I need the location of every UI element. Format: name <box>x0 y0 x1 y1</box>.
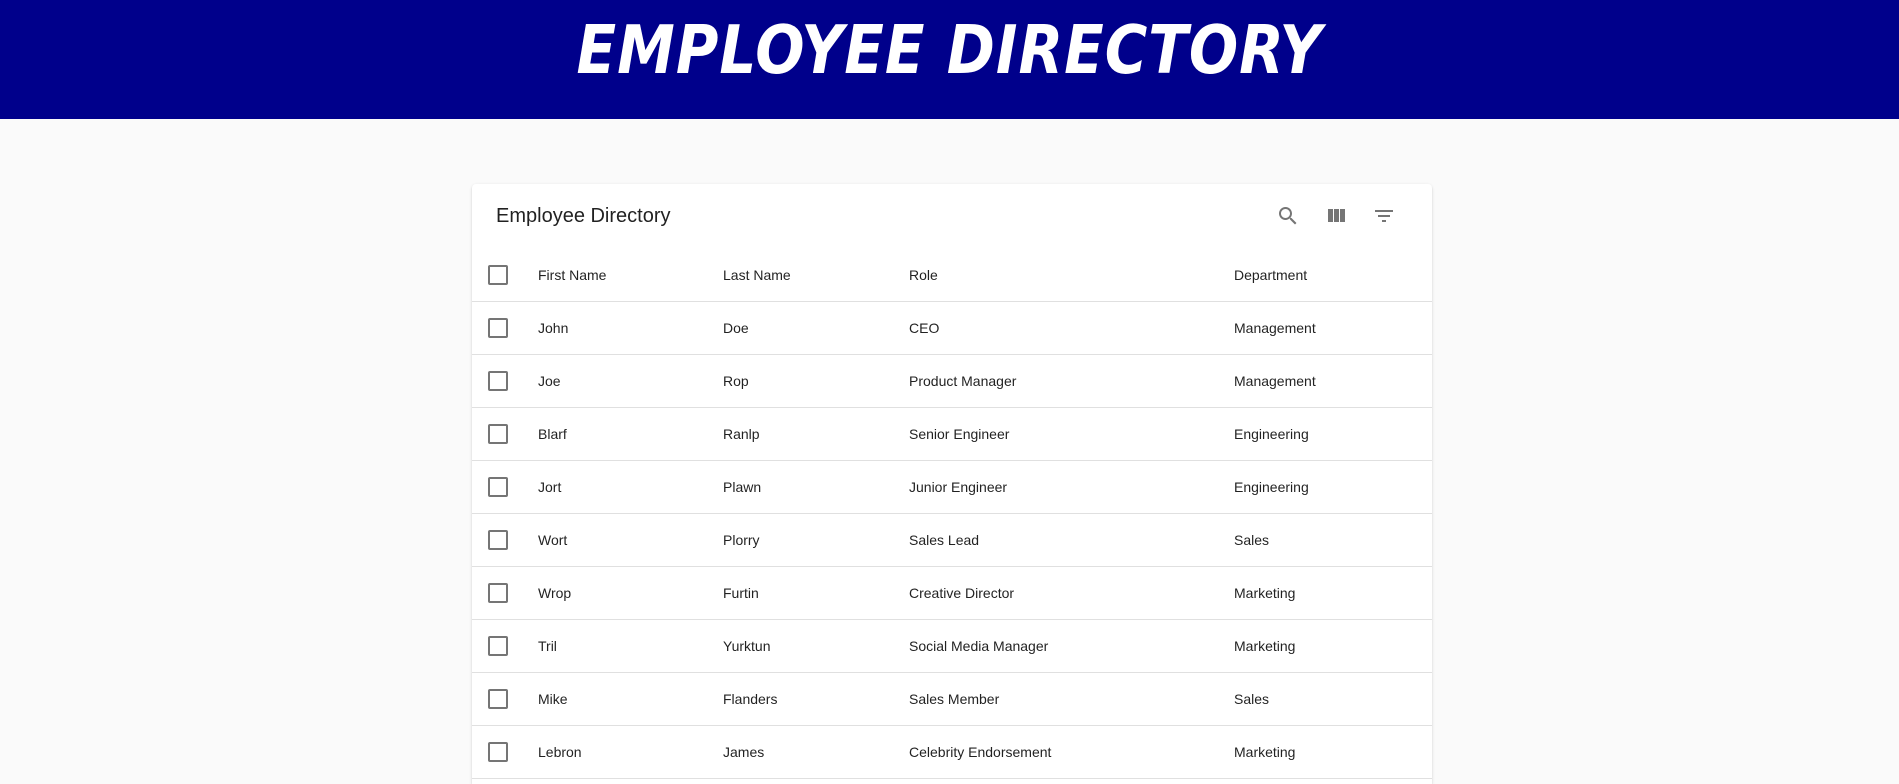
filter-button[interactable] <box>1360 192 1408 240</box>
department-cell: Sales <box>1234 672 1432 726</box>
table-toolbar: Employee Directory <box>472 184 1432 248</box>
row-checkbox[interactable] <box>488 424 508 444</box>
row-select-cell <box>472 672 538 726</box>
search-button[interactable] <box>1264 192 1312 240</box>
role-cell: Junior Engineer <box>909 460 1234 514</box>
first-name-cell: Mike <box>538 672 723 726</box>
table-row[interactable]: Wort Plorry Sales Lead Sales <box>472 513 1432 567</box>
table-row[interactable]: Joe Rop Product Manager Management <box>472 354 1432 408</box>
role-cell: Sales Member <box>909 672 1234 726</box>
department-cell: Marketing <box>1234 725 1432 779</box>
row-checkbox[interactable] <box>488 583 508 603</box>
page-title: EMPLOYEE DIRECTORY <box>576 10 1323 89</box>
first-name-cell: Joe <box>538 354 723 408</box>
row-checkbox[interactable] <box>488 371 508 391</box>
department-cell: Management <box>1234 354 1432 408</box>
department-cell: Marketing <box>1234 619 1432 673</box>
row-checkbox[interactable] <box>488 530 508 550</box>
first-name-cell: Wrop <box>538 566 723 620</box>
first-name-cell: Lebron <box>538 725 723 779</box>
first-name-cell: Blarf <box>538 407 723 461</box>
first-name-cell: Wort <box>538 513 723 567</box>
role-cell: Social Media Manager <box>909 619 1234 673</box>
view-columns-button[interactable] <box>1312 192 1360 240</box>
last-name-cell: Plorry <box>723 513 909 567</box>
header-row: First Name Last Name Role Department <box>472 248 1432 302</box>
row-select-cell <box>472 407 538 461</box>
row-select-cell <box>472 513 538 567</box>
first-name-cell: Tril <box>538 619 723 673</box>
search-icon <box>1279 207 1297 225</box>
department-cell: Engineering <box>1234 407 1432 461</box>
table-row[interactable]: Mike Flanders Sales Member Sales <box>472 672 1432 726</box>
row-checkbox[interactable] <box>488 477 508 497</box>
last-name-cell: James <box>723 725 909 779</box>
role-cell: Product Manager <box>909 354 1234 408</box>
last-name-cell: Doe <box>723 301 909 355</box>
last-name-cell: Plawn <box>723 460 909 514</box>
row-checkbox[interactable] <box>488 742 508 762</box>
department-cell: Management <box>1234 301 1432 355</box>
row-checkbox[interactable] <box>488 636 508 656</box>
role-cell: Senior Engineer <box>909 407 1234 461</box>
select-all-checkbox[interactable] <box>488 264 508 285</box>
row-select-cell <box>472 725 538 779</box>
role-cell: CEO <box>909 301 1234 355</box>
row-select-cell <box>472 619 538 673</box>
role-cell: Sales Lead <box>909 513 1234 567</box>
table-title: Employee Directory <box>496 205 671 227</box>
role-cell: Celebrity Endorsement <box>909 725 1234 779</box>
column-header-last-name[interactable]: Last Name <box>723 248 909 302</box>
first-name-cell: Jort <box>538 460 723 514</box>
last-name-cell: Yurktun <box>723 619 909 673</box>
page-banner: EMPLOYEE DIRECTORY <box>0 0 1899 119</box>
table-header: First Name Last Name Role Department <box>472 248 1432 302</box>
table-row[interactable]: Tril Yurktun Social Media Manager Market… <box>472 619 1432 673</box>
last-name-cell: Ranlp <box>723 407 909 461</box>
column-header-first-name[interactable]: First Name <box>538 248 723 302</box>
role-cell: Creative Director <box>909 566 1234 620</box>
filter-list-icon <box>1375 210 1393 222</box>
row-select-cell <box>472 301 538 355</box>
row-select-cell <box>472 566 538 620</box>
column-header-department[interactable]: Department <box>1234 248 1432 302</box>
employee-table: First Name Last Name Role Department Joh… <box>472 248 1432 779</box>
table-row[interactable]: Blarf Ranlp Senior Engineer Engineering <box>472 407 1432 461</box>
table-row[interactable]: John Doe CEO Management <box>472 301 1432 355</box>
employee-table-card: Employee Directory First Name Last Name … <box>472 184 1432 784</box>
first-name-cell: John <box>538 301 723 355</box>
last-name-cell: Rop <box>723 354 909 408</box>
select-all-cell <box>472 248 538 302</box>
row-select-cell <box>472 460 538 514</box>
view-column-icon <box>1328 209 1345 222</box>
department-cell: Sales <box>1234 513 1432 567</box>
table-body: John Doe CEO Management Joe Rop Product … <box>472 301 1432 779</box>
table-row[interactable]: Jort Plawn Junior Engineer Engineering <box>472 460 1432 514</box>
last-name-cell: Flanders <box>723 672 909 726</box>
table-row[interactable]: Wrop Furtin Creative Director Marketing <box>472 566 1432 620</box>
column-header-role[interactable]: Role <box>909 248 1234 302</box>
table-row[interactable]: Lebron James Celebrity Endorsement Marke… <box>472 725 1432 779</box>
department-cell: Engineering <box>1234 460 1432 514</box>
department-cell: Marketing <box>1234 566 1432 620</box>
row-select-cell <box>472 354 538 408</box>
row-checkbox[interactable] <box>488 689 508 709</box>
last-name-cell: Furtin <box>723 566 909 620</box>
row-checkbox[interactable] <box>488 318 508 338</box>
